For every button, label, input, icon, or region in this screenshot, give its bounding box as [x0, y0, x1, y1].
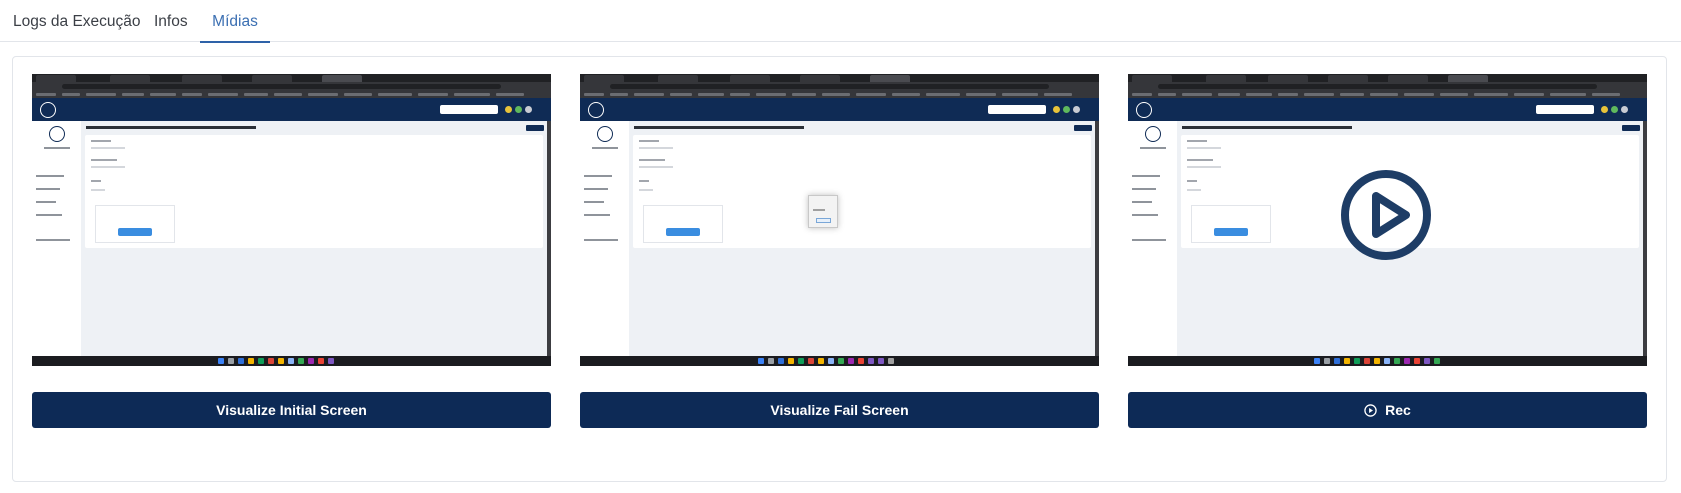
app-sidebar [1128, 121, 1177, 356]
recording-section: Rec [1128, 74, 1647, 428]
tab-execution-logs[interactable]: Logs da Execução [13, 0, 141, 42]
os-taskbar [580, 356, 1099, 366]
app-header [580, 98, 1099, 121]
browser-bookmarks-bar [580, 91, 1099, 98]
recording-video-thumbnail[interactable] [1128, 74, 1647, 366]
browser-tab-strip [32, 74, 551, 82]
user-avatar [49, 126, 65, 142]
app-sidebar [580, 121, 629, 356]
rec-button[interactable]: Rec [1128, 392, 1647, 428]
browser-bookmarks-bar [32, 91, 551, 98]
browser-address-bar [32, 82, 551, 91]
play-circle-icon [1364, 403, 1377, 417]
initial-screen-thumbnail[interactable] [32, 74, 551, 366]
browser-tab-strip [1128, 74, 1647, 82]
browser-address-bar [580, 82, 1099, 91]
error-dialog [808, 195, 838, 228]
os-taskbar [32, 356, 551, 366]
boty-logo [40, 102, 56, 118]
tab-infos[interactable]: Infos [154, 0, 188, 42]
app-main-area [81, 121, 551, 356]
rec-button-label: Rec [1385, 402, 1411, 418]
initial-screen-section: Visualize Initial Screen [32, 74, 551, 428]
fail-screen-thumbnail[interactable] [580, 74, 1099, 366]
visualize-fail-screen-button[interactable]: Visualize Fail Screen [580, 392, 1099, 428]
tab-bar: Logs da Execução Infos Mídias [0, 0, 1681, 43]
boty-logo [588, 102, 604, 118]
media-card: Visualize Initial Screen Visualize Fail … [12, 56, 1667, 482]
app-main-area [629, 121, 1099, 356]
browser-bookmarks-bar [1128, 91, 1647, 98]
app-header [1128, 98, 1647, 121]
browser-tab-strip [580, 74, 1099, 82]
tab-media[interactable]: Mídias [200, 0, 270, 43]
fail-screen-section: Visualize Fail Screen [580, 74, 1099, 428]
os-taskbar [1128, 356, 1647, 366]
visualize-initial-screen-button[interactable]: Visualize Initial Screen [32, 392, 551, 428]
play-circle-icon[interactable] [1340, 169, 1432, 261]
app-header [32, 98, 551, 121]
browser-address-bar [1128, 82, 1647, 91]
user-avatar [1145, 126, 1161, 142]
boty-logo [1136, 102, 1152, 118]
user-avatar [597, 126, 613, 142]
app-sidebar [32, 121, 81, 356]
